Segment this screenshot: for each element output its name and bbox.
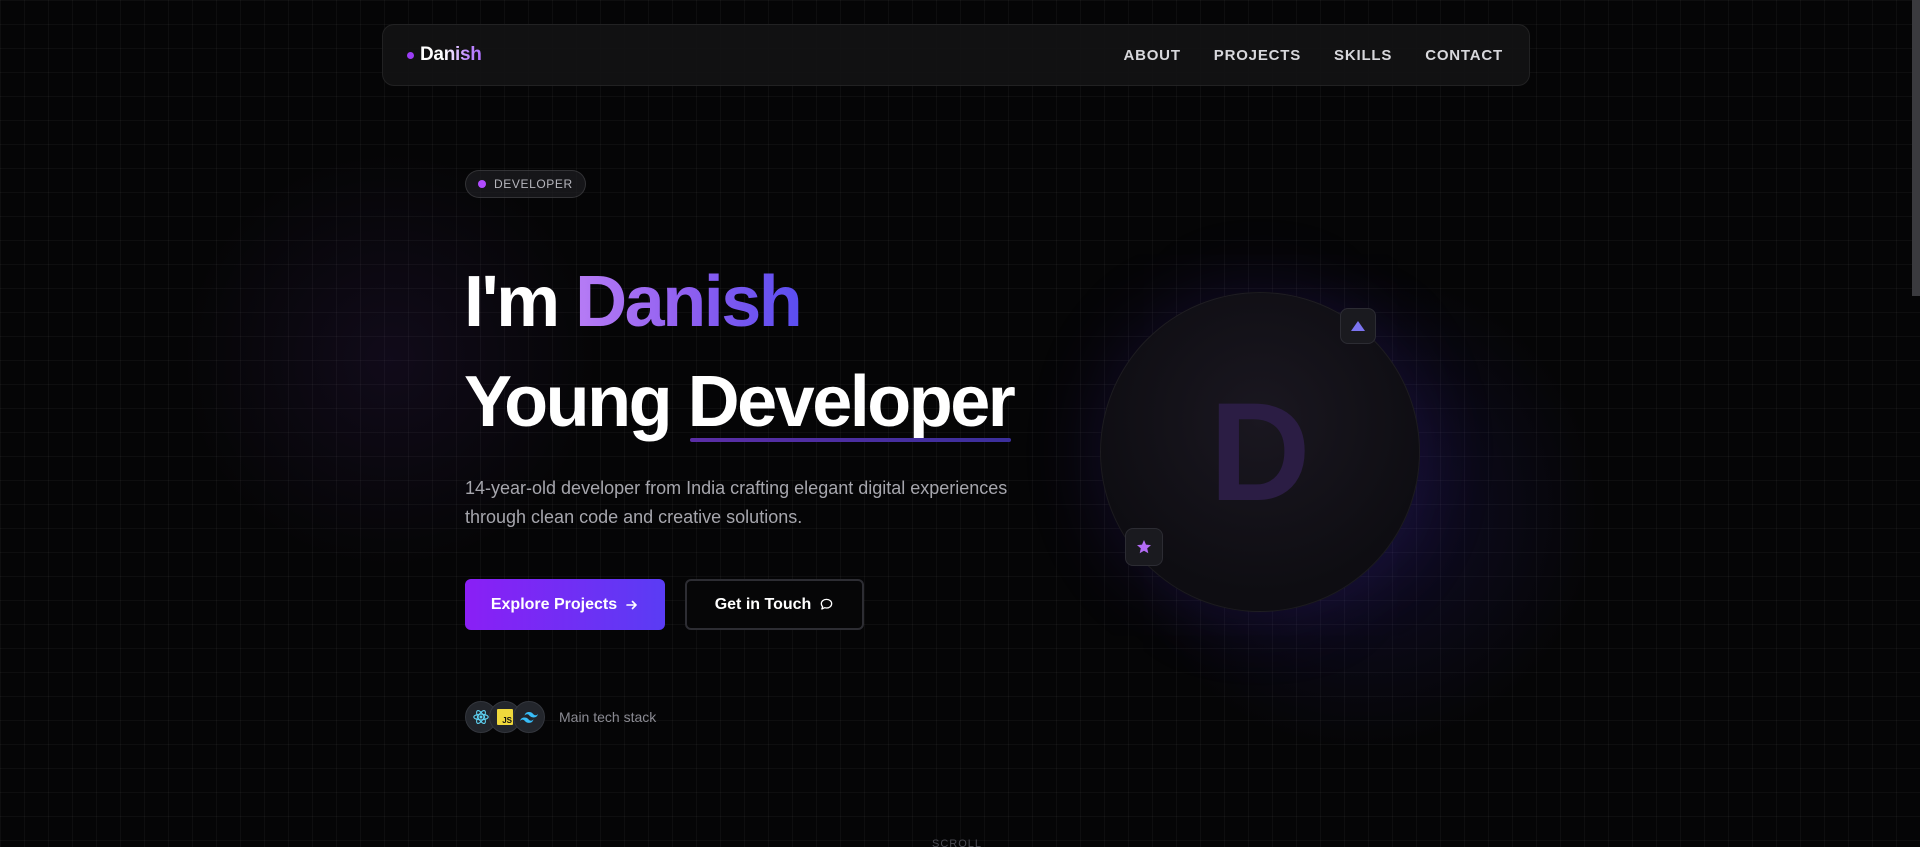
headline-greeting: I'm Danish <box>464 266 803 338</box>
get-in-touch-button[interactable]: Get in Touch <box>685 579 864 630</box>
navbar: Danish ABOUT PROJECTS SKILLS CONTACT <box>382 24 1530 86</box>
subtitle-line-1: 14-year-old developer from India craftin… <box>465 478 1008 498</box>
nav-link-about[interactable]: ABOUT <box>1123 47 1180 64</box>
triangle-chip <box>1340 308 1376 344</box>
title-highlight: Developer <box>687 362 1016 442</box>
logo-dot-icon <box>407 51 414 59</box>
chat-bubble-icon <box>820 598 833 610</box>
badge-text: DEVELOPER <box>494 177 573 191</box>
title-highlight-wrap: Developer <box>688 366 1016 442</box>
star-icon <box>1137 540 1151 554</box>
triangle-icon <box>1351 321 1365 331</box>
avatar-initial: D <box>1209 373 1311 530</box>
get-in-touch-label: Get in Touch <box>714 595 812 613</box>
nav-links: ABOUT PROJECTS SKILLS CONTACT <box>1123 47 1503 64</box>
js-badge-text: JS <box>497 709 513 725</box>
logo-link[interactable]: Danish <box>407 44 482 66</box>
headline-title: Young Developer <box>464 366 1016 442</box>
hero-subtitle: 14-year-old developer from India craftin… <box>465 474 1025 532</box>
role-badge: DEVELOPER <box>465 170 586 198</box>
tailwind-icon <box>513 701 545 733</box>
hero-name: Danish <box>575 262 803 342</box>
tech-stack: JS Main tech stack <box>465 701 656 733</box>
page-scrollbar[interactable] <box>1912 0 1920 296</box>
tech-stack-label: Main tech stack <box>559 709 657 725</box>
logo-text: Danish <box>420 44 482 65</box>
explore-projects-label: Explore Projects <box>490 595 618 613</box>
arrow-right-icon <box>626 600 637 609</box>
scroll-hint: SCROLL <box>932 838 983 847</box>
nav-link-contact[interactable]: CONTACT <box>1425 47 1503 64</box>
explore-projects-button[interactable]: Explore Projects <box>465 579 665 630</box>
nav-link-projects[interactable]: PROJECTS <box>1214 47 1301 64</box>
title-prefix: Young <box>464 362 673 442</box>
title-underline <box>689 438 1012 442</box>
nav-link-skills[interactable]: SKILLS <box>1334 47 1392 64</box>
greeting-text: I'm <box>464 262 560 342</box>
star-chip <box>1125 528 1163 566</box>
subtitle-line-2: through clean code and creative solution… <box>465 507 803 527</box>
badge-dot-icon <box>478 180 486 188</box>
